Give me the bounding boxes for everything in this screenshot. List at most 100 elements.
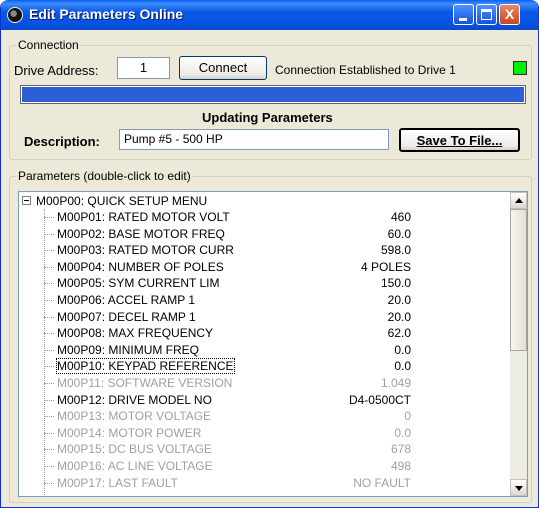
parameter-row[interactable]: M00P01: RATED MOTOR VOLT 460 [19, 209, 503, 225]
parameter-row[interactable]: M00P03: RATED MOTOR CURR 598.0 [19, 242, 503, 258]
parameter-row[interactable]: M00P05: SYM CURRENT LIM 150.0 [19, 275, 503, 291]
parameter-value: D4-0500CT [348, 392, 411, 407]
updating-status-text: Updating Parameters [202, 110, 333, 125]
collapse-icon[interactable] [22, 196, 31, 205]
tree-connector [44, 349, 54, 351]
parameter-name: M00P03: RATED MOTOR CURR [57, 243, 234, 258]
tree-connector [44, 399, 54, 401]
parameters-tree[interactable]: M00P00: QUICK SETUP MENU M00P01: RATED M… [18, 191, 528, 497]
connect-button[interactable]: Connect [179, 56, 267, 80]
minimize-button[interactable] [453, 4, 474, 25]
tree-connector [44, 300, 54, 301]
parameter-name: M00P02: BASE MOTOR FREQ [57, 226, 225, 241]
update-progress-bar [20, 85, 526, 104]
parameter-row[interactable]: M00P11: SOFTWARE VERSION 1.049 [19, 375, 503, 391]
tree-connector [44, 366, 54, 368]
minimize-icon [459, 18, 467, 21]
parameter-name: M00P09: MINIMUM FREQ [57, 342, 200, 357]
parameter-name: M00P01: RATED MOTOR VOLT [57, 210, 230, 224]
tree-connector [44, 333, 54, 335]
tree-root-quick-setup[interactable]: M00P00: QUICK SETUP MENU [19, 193, 503, 209]
parameter-value: 0.0 [394, 359, 411, 374]
parameter-name: M00P08: MAX FREQUENCY [57, 326, 214, 341]
save-to-file-button[interactable]: Save To File... [399, 128, 520, 152]
scroll-thumb[interactable] [510, 209, 527, 351]
parameter-value: 62.0 [387, 326, 411, 341]
parameter-row[interactable]: M00P10: KEYPAD REFERENCE 0.0 [19, 358, 503, 375]
parameter-name: M00P13: MOTOR VOLTAGE [57, 409, 212, 424]
scroll-down-button[interactable] [510, 479, 527, 496]
tree-connector [44, 316, 54, 318]
arrow-up-icon [515, 198, 523, 203]
parameter-value: 678 [390, 442, 411, 457]
arrow-down-icon [515, 486, 523, 491]
description-input[interactable]: Pump #5 - 500 HP [119, 129, 389, 150]
update-progress-fill [22, 87, 524, 102]
tree-root-label: M00P00: QUICK SETUP MENU [36, 194, 208, 208]
parameter-value: 0.0 [394, 342, 411, 357]
title-bar[interactable]: Edit Parameters Online X [1, 0, 538, 30]
tree-connector [44, 266, 54, 268]
parameter-name: M00P10: KEYPAD REFERENCE [56, 358, 235, 375]
parameter-name: M00P05: SYM CURRENT LIM [57, 276, 220, 291]
edit-parameters-window: Edit Parameters Online X Connection Driv… [0, 0, 539, 508]
app-icon[interactable] [7, 7, 23, 23]
parameter-row[interactable]: M00P16: AC LINE VOLTAGE 498 [19, 458, 503, 474]
connection-status-led [513, 61, 527, 75]
parameter-value: 20.0 [387, 293, 411, 307]
parameter-name: M00P16: AC LINE VOLTAGE [57, 459, 213, 473]
parameter-row[interactable]: M00P02: BASE MOTOR FREQ 60.0 [19, 226, 503, 242]
window-title: Edit Parameters Online [29, 6, 184, 22]
drive-address-label: Drive Address: [14, 63, 99, 78]
parameter-name: M00P07: DECEL RAMP 1 [57, 309, 196, 324]
tree-connector [44, 217, 54, 218]
parameters-group-label: Parameters (double-click to edit) [16, 169, 193, 183]
tree-connector [44, 383, 54, 384]
parameter-row[interactable]: M00P07: DECEL RAMP 1 20.0 [19, 309, 503, 325]
tree-connector [44, 283, 54, 285]
parameter-value: 460 [390, 210, 411, 224]
parameter-value: 0.0 [394, 425, 411, 440]
tree-connector [44, 416, 54, 418]
scroll-up-button[interactable] [510, 192, 527, 209]
tree-connector [44, 466, 54, 467]
parameter-value: 4 POLES [360, 259, 411, 274]
parameter-name: M00P14: MOTOR POWER [57, 425, 202, 440]
parameter-row[interactable]: M00P13: MOTOR VOLTAGE 0 [19, 408, 503, 424]
drive-address-input[interactable]: 1 [117, 57, 170, 79]
parameter-name: M00P17: LAST FAULT [57, 475, 178, 490]
tree-connector [44, 250, 54, 252]
parameter-value: 1.049 [380, 376, 411, 390]
parameter-value: 498 [390, 459, 411, 473]
parameter-name: M00P04: NUMBER OF POLES [57, 259, 224, 274]
connection-status-text: Connection Established to Drive 1 [275, 63, 456, 77]
vertical-scrollbar[interactable] [510, 192, 527, 496]
parameter-value: 0 [404, 409, 411, 424]
close-icon: X [504, 6, 515, 22]
parameter-row[interactable]: M00P06: ACCEL RAMP 1 20.0 [19, 292, 503, 308]
parameter-row[interactable]: M00P04: NUMBER OF POLES 4 POLES [19, 259, 503, 275]
parameter-row[interactable]: M00P12: DRIVE MODEL NO D4-0500CT [19, 392, 503, 408]
parameter-row[interactable]: M00P08: MAX FREQUENCY 62.0 [19, 325, 503, 341]
tree-connector [44, 233, 54, 235]
parameter-name: M00P15: DC BUS VOLTAGE [57, 442, 212, 457]
parameter-name: M00P06: ACCEL RAMP 1 [57, 293, 196, 307]
tree-connector [44, 432, 54, 434]
parameter-name: M00P11: SOFTWARE VERSION [57, 376, 233, 390]
parameter-row[interactable]: M00P09: MINIMUM FREQ 0.0 [19, 342, 503, 358]
parameter-value: NO FAULT [353, 475, 411, 490]
parameter-name: M00P12: DRIVE MODEL NO [57, 392, 212, 407]
parameter-row[interactable]: M00P15: DC BUS VOLTAGE 678 [19, 441, 503, 457]
parameter-value: 60.0 [387, 226, 411, 241]
parameter-value: 20.0 [387, 309, 411, 324]
maximize-button[interactable] [476, 4, 497, 25]
tree-connector [44, 482, 54, 484]
parameter-row[interactable]: M00P14: MOTOR POWER 0.0 [19, 425, 503, 441]
maximize-icon [481, 9, 492, 20]
connection-group-label: Connection [16, 38, 81, 52]
description-label: Description: [24, 134, 100, 149]
parameter-value: 598.0 [380, 243, 411, 258]
parameter-value: 150.0 [380, 276, 411, 291]
parameter-row[interactable]: M00P17: LAST FAULT NO FAULT [19, 475, 503, 491]
close-button[interactable]: X [499, 4, 520, 25]
